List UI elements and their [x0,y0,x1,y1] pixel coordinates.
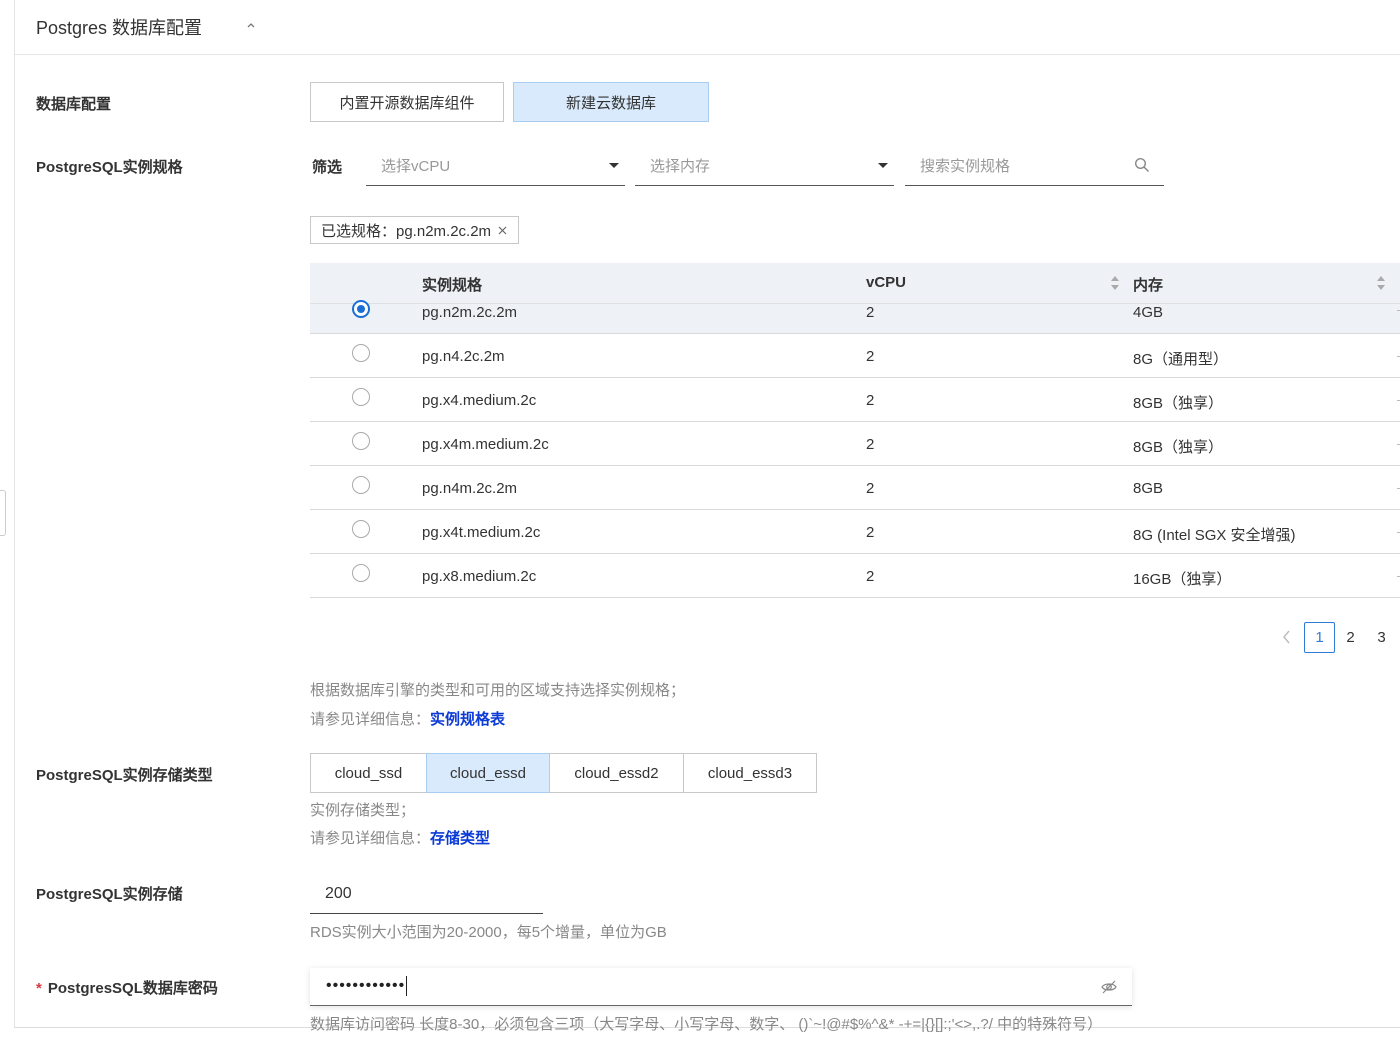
header-spec: 实例规格 [422,277,483,294]
spec-search-placeholder: 搜索实例规格 [920,158,1011,175]
cell-vcpu: 2 [866,304,875,321]
memory-select[interactable]: 选择内存 [635,146,894,186]
row-radio[interactable] [352,432,370,450]
cell-spec: pg.x4t.medium.2c [422,524,541,541]
row-radio[interactable] [352,300,370,318]
cell-memory: 4GB [1133,304,1164,321]
cell-spec: pg.n4m.2c.2m [422,480,518,497]
filter-label: 筛选 [312,159,343,176]
chevron-left-icon[interactable] [1281,628,1293,646]
db-config-label: 数据库配置 [36,96,112,113]
cell-spec: pg.x4m.medium.2c [422,436,549,453]
chevron-up-icon[interactable] [245,19,257,31]
cell-spec: pg.x8.medium.2c [422,568,537,585]
storage-size-input[interactable]: 200 [310,876,543,914]
spec-search-input[interactable]: 搜索实例规格 [905,146,1164,186]
storage-type-help-text: 实例存储类型； [310,802,416,819]
selected-spec-text: 已选规格：pg.n2m.2c.2m [321,222,492,240]
caret-down-icon [878,163,888,168]
cell-spec: pg.n2m.2c.2m [422,304,518,321]
builtin-db-button[interactable]: 内置开源数据库组件 [310,82,504,122]
cell-memory: 8GB [1133,480,1164,497]
storage-cloud-essd3-button[interactable]: cloud_essd3 [683,753,817,793]
table-row[interactable]: pg.x8.medium.2c 2 16GB（独享） [310,554,1400,598]
password-label-text: PostgresSQL数据库密码 [47,980,218,997]
cell-memory: 8GB（独享） [1133,395,1224,412]
cell-memory: 8GB（独享） [1133,439,1224,456]
cell-vcpu: 2 [866,568,875,585]
password-masked-text: •••••••••••• [326,977,406,995]
table-row[interactable]: pg.x4.medium.2c 2 8GB（独享） [310,378,1400,422]
sort-icon[interactable] [1110,275,1120,291]
new-cloud-db-button[interactable]: 新建云数据库 [513,82,709,122]
cell-memory: 8G (Intel SGX 安全增强) [1133,527,1296,544]
search-icon[interactable] [1134,157,1150,173]
storage-size-value: 200 [325,885,352,902]
sort-icon[interactable] [1376,275,1386,291]
caret-down-icon [609,163,619,168]
table-row[interactable]: pg.x4m.medium.2c 2 8GB（独享） [310,422,1400,466]
instance-spec-label: PostgreSQL实例规格 [36,159,183,176]
close-icon[interactable] [497,225,508,236]
row-radio[interactable] [352,388,370,406]
page-button-2[interactable]: 2 [1335,622,1366,653]
memory-select-placeholder: 选择内存 [650,158,711,175]
eye-off-icon[interactable] [1100,978,1118,996]
row-radio[interactable] [352,520,370,538]
password-value: •••••••••••• [326,976,408,996]
required-mark: * [36,980,42,997]
vcpu-select[interactable]: 选择vCPU [366,146,625,186]
side-drawer-handle[interactable] [0,490,6,536]
table-header: 实例规格 vCPU 内存 [310,263,1400,304]
table-row[interactable]: pg.x4t.medium.2c 2 8G (Intel SGX 安全增强) [310,510,1400,554]
spec-table-link[interactable]: 实例规格表 [430,711,505,728]
spec-help-details: 请参见详细信息：实例规格表 [310,708,505,729]
storage-label: PostgreSQL实例存储 [36,886,183,903]
table-row[interactable]: pg.n2m.2c.2m 2 4GB [310,300,1400,334]
storage-type-label: PostgreSQL实例存储类型 [36,767,213,784]
cell-vcpu: 2 [866,392,875,409]
vcpu-select-placeholder: 选择vCPU [381,158,451,175]
storage-type-help-prefix: 请参见详细信息： [310,830,431,847]
cell-spec: pg.x4.medium.2c [422,392,537,409]
storage-cloud-ssd-button[interactable]: cloud_ssd [310,753,427,793]
cell-vcpu: 2 [866,480,875,497]
spec-help-prefix: 请参见详细信息： [310,711,431,728]
password-help-text: 数据库访问密码 长度8-30，必须包含三项（大写字母、小写字母、数字、 ()`~… [310,1016,1103,1033]
cell-spec: pg.n4.2c.2m [422,348,505,365]
spec-table: 实例规格 vCPU 内存 pg.n2m.2c.2m 2 4GB pg.n4.2c… [310,263,1400,598]
selected-spec-tag: 已选规格：pg.n2m.2c.2m [310,216,520,244]
table-row[interactable]: pg.n4.2c.2m 2 8G（通用型） [310,334,1400,378]
cell-vcpu: 2 [866,436,875,453]
cell-memory: 16GB（独享） [1133,571,1232,588]
header-memory[interactable]: 内存 [1133,274,1163,295]
storage-help-text: RDS实例大小范围为20-2000，每5个增量，单位为GB [310,924,667,941]
panel-left-border [14,0,15,1028]
row-radio[interactable] [352,344,370,362]
spec-help-text: 根据数据库引擎的类型和可用的区域支持选择实例规格； [310,682,686,699]
table-row[interactable]: pg.n4m.2c.2m 2 8GB [310,466,1400,510]
section-header[interactable]: Postgres 数据库配置 [15,0,1400,55]
page-button-3[interactable]: 3 [1366,622,1397,653]
storage-cloud-essd2-button[interactable]: cloud_essd2 [549,753,684,793]
row-radio[interactable] [352,476,370,494]
storage-type-link[interactable]: 存储类型 [430,830,490,847]
row-radio[interactable] [352,564,370,582]
cell-vcpu: 2 [866,524,875,541]
storage-type-help-details: 请参见详细信息：存储类型 [310,827,490,848]
cell-memory: 8G（通用型） [1133,351,1229,368]
section-title: Postgres 数据库配置 [36,18,203,38]
text-cursor [406,976,408,996]
password-input[interactable]: •••••••••••• [310,968,1132,1006]
cell-vcpu: 2 [866,348,875,365]
header-vcpu[interactable]: vCPU [866,274,906,291]
page-button-1[interactable]: 1 [1304,622,1335,653]
storage-cloud-essd-button[interactable]: cloud_essd [426,753,550,793]
password-label: * PostgresSQL数据库密码 [36,977,218,998]
